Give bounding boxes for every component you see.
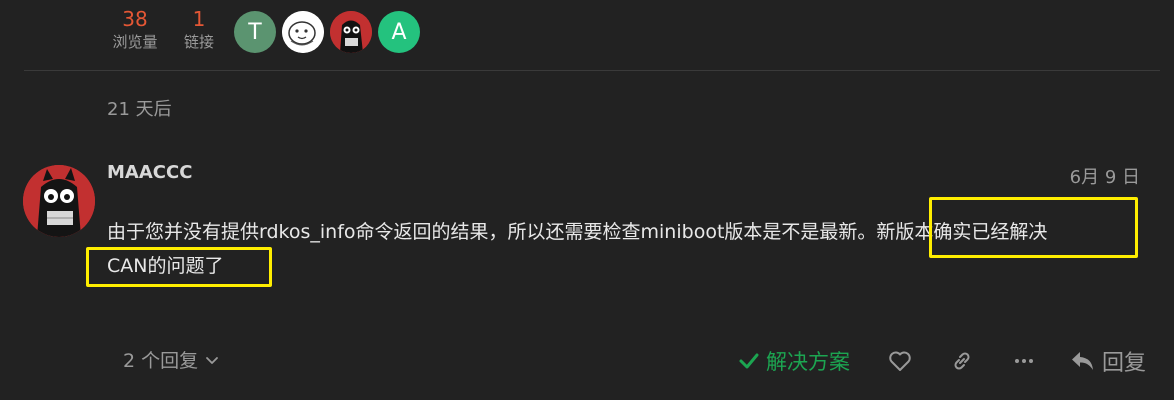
post-date[interactable]: 6月 9 日 — [1070, 163, 1140, 189]
copy-link-button[interactable] — [942, 341, 982, 381]
replies-count-label: 2 个回复 — [123, 350, 199, 372]
views-stat: 38 浏览量 — [107, 8, 163, 54]
links-count: 1 — [192, 7, 206, 31]
link-icon — [954, 352, 970, 370]
links-stat[interactable]: 1 链接 — [180, 8, 218, 54]
reply-button[interactable]: 回复 — [1070, 345, 1146, 377]
creature-avatar-icon — [330, 11, 372, 53]
highlight-box — [86, 247, 272, 287]
participant-initial: T — [248, 19, 262, 45]
participant-initial: A — [391, 19, 407, 45]
post-actions: 解决方案 回复 — [738, 340, 1146, 382]
participant-avatar[interactable] — [330, 11, 372, 53]
participant-avatar[interactable]: A — [378, 11, 420, 53]
topic-page: 38 浏览量 1 链接 T A 21 天后 MAACCC 6月 9 日 由于您并… — [0, 0, 1174, 400]
user-avatar[interactable] — [23, 165, 95, 237]
ellipsis-icon — [1014, 359, 1033, 363]
participants-list: T A — [234, 11, 420, 53]
check-icon — [739, 353, 759, 369]
more-options-button[interactable] — [1004, 341, 1044, 381]
divider — [24, 70, 1160, 71]
views-count: 38 — [122, 7, 148, 31]
links-label: 链接 — [183, 33, 214, 51]
replies-toggle-button[interactable]: 2 个回复 — [123, 346, 220, 373]
heart-icon — [889, 351, 911, 371]
reply-arrow-icon — [1071, 352, 1093, 370]
participant-avatar[interactable] — [282, 11, 324, 53]
chevron-down-icon — [206, 356, 219, 364]
like-button[interactable] — [880, 341, 920, 381]
views-label: 浏览量 — [112, 33, 158, 51]
solution-button[interactable]: 解决方案 — [738, 346, 850, 376]
reply-label: 回复 — [1101, 351, 1146, 376]
creature-avatar-icon — [23, 165, 95, 237]
highlight-box — [929, 197, 1138, 258]
post-username[interactable]: MAACCC — [107, 162, 192, 183]
solution-label: 解决方案 — [765, 350, 850, 374]
time-gap-label: 21 天后 — [107, 99, 172, 120]
participant-avatar[interactable]: T — [234, 11, 276, 53]
doodle-face-icon — [282, 11, 324, 53]
